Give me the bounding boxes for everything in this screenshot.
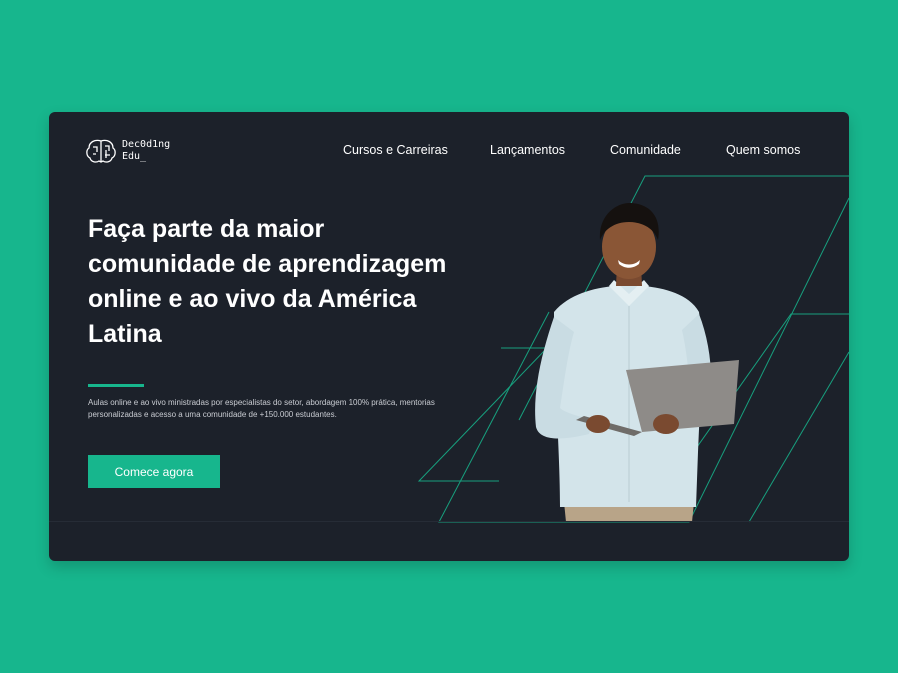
person-with-laptop-image: [535, 202, 739, 522]
main-nav: Cursos e Carreiras Lançamentos Comunidad…: [49, 143, 849, 163]
nav-item-comunidade[interactable]: Comunidade: [610, 143, 681, 157]
nav-item-quem-somos[interactable]: Quem somos: [726, 143, 800, 157]
page-title: Faça parte da maior comunidade de aprend…: [88, 215, 447, 348]
start-now-button[interactable]: Comece agora: [88, 455, 220, 488]
nav-item-lancamentos[interactable]: Lançamentos: [490, 143, 565, 157]
hero-card: Dec0d1ng Edu_ Cursos e Carreiras Lançame…: [49, 112, 849, 561]
accent-bar: [88, 384, 144, 387]
nav-item-cursos[interactable]: Cursos e Carreiras: [343, 143, 448, 157]
hero-subtext: Aulas online e ao vivo ministradas por e…: [88, 398, 435, 419]
section-divider: [49, 521, 849, 522]
